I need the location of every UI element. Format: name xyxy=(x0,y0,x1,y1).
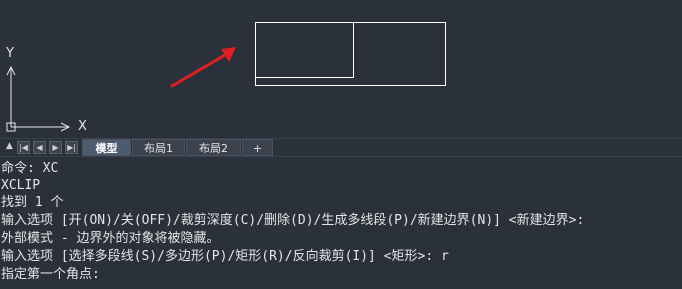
axis-y-label: Y xyxy=(6,46,14,61)
tab-layout2[interactable]: 布局2 xyxy=(186,139,241,156)
command-line-5: 外部模式 - 边界外的对象将被隐藏。 xyxy=(1,231,220,246)
canvas-graphics xyxy=(6,22,446,132)
command-line-3: 找到 1 个 xyxy=(1,195,64,210)
axis-x-label: X xyxy=(78,119,87,134)
tab-model[interactable]: 模型 xyxy=(82,139,131,156)
add-layout-button[interactable]: + xyxy=(242,139,273,156)
next-tab-icon[interactable]: ▶ xyxy=(49,141,62,154)
command-line-6: 输入选项 [选择多段线(S)/多边形(P)/矩形(R)/反向裁剪(I)] <矩形… xyxy=(1,249,449,264)
prev-tab-icon[interactable]: ◀ xyxy=(33,141,46,154)
command-line-1: 命令: XC xyxy=(1,161,59,176)
layout-tab-bar: ▲ |◀ ◀ ▶ ▶| 模型 布局1 布局2 + xyxy=(0,138,682,157)
inner-rectangle[interactable] xyxy=(255,22,354,78)
outer-rectangle[interactable] xyxy=(255,22,446,86)
red-arrow-icon xyxy=(170,47,236,88)
command-prompt[interactable]: 指定第一个角点: xyxy=(1,267,100,282)
last-tab-icon[interactable]: ▶| xyxy=(65,141,78,154)
ucs-icon xyxy=(6,65,71,132)
command-line-4: 输入选项 [开(ON)/关(OFF)/裁剪深度(C)/删除(D)/生成多线段(P… xyxy=(1,213,585,228)
drawing-canvas[interactable]: Y X xyxy=(0,0,682,138)
first-tab-icon[interactable]: |◀ xyxy=(17,141,30,154)
command-line-2: XCLIP xyxy=(1,178,41,193)
scroll-up-icon[interactable]: ▲ xyxy=(3,141,16,154)
tab-layout1[interactable]: 布局1 xyxy=(132,139,185,156)
command-line-panel[interactable]: 命令: XC XCLIP 找到 1 个 输入选项 [开(ON)/关(OFF)/裁… xyxy=(0,156,682,289)
